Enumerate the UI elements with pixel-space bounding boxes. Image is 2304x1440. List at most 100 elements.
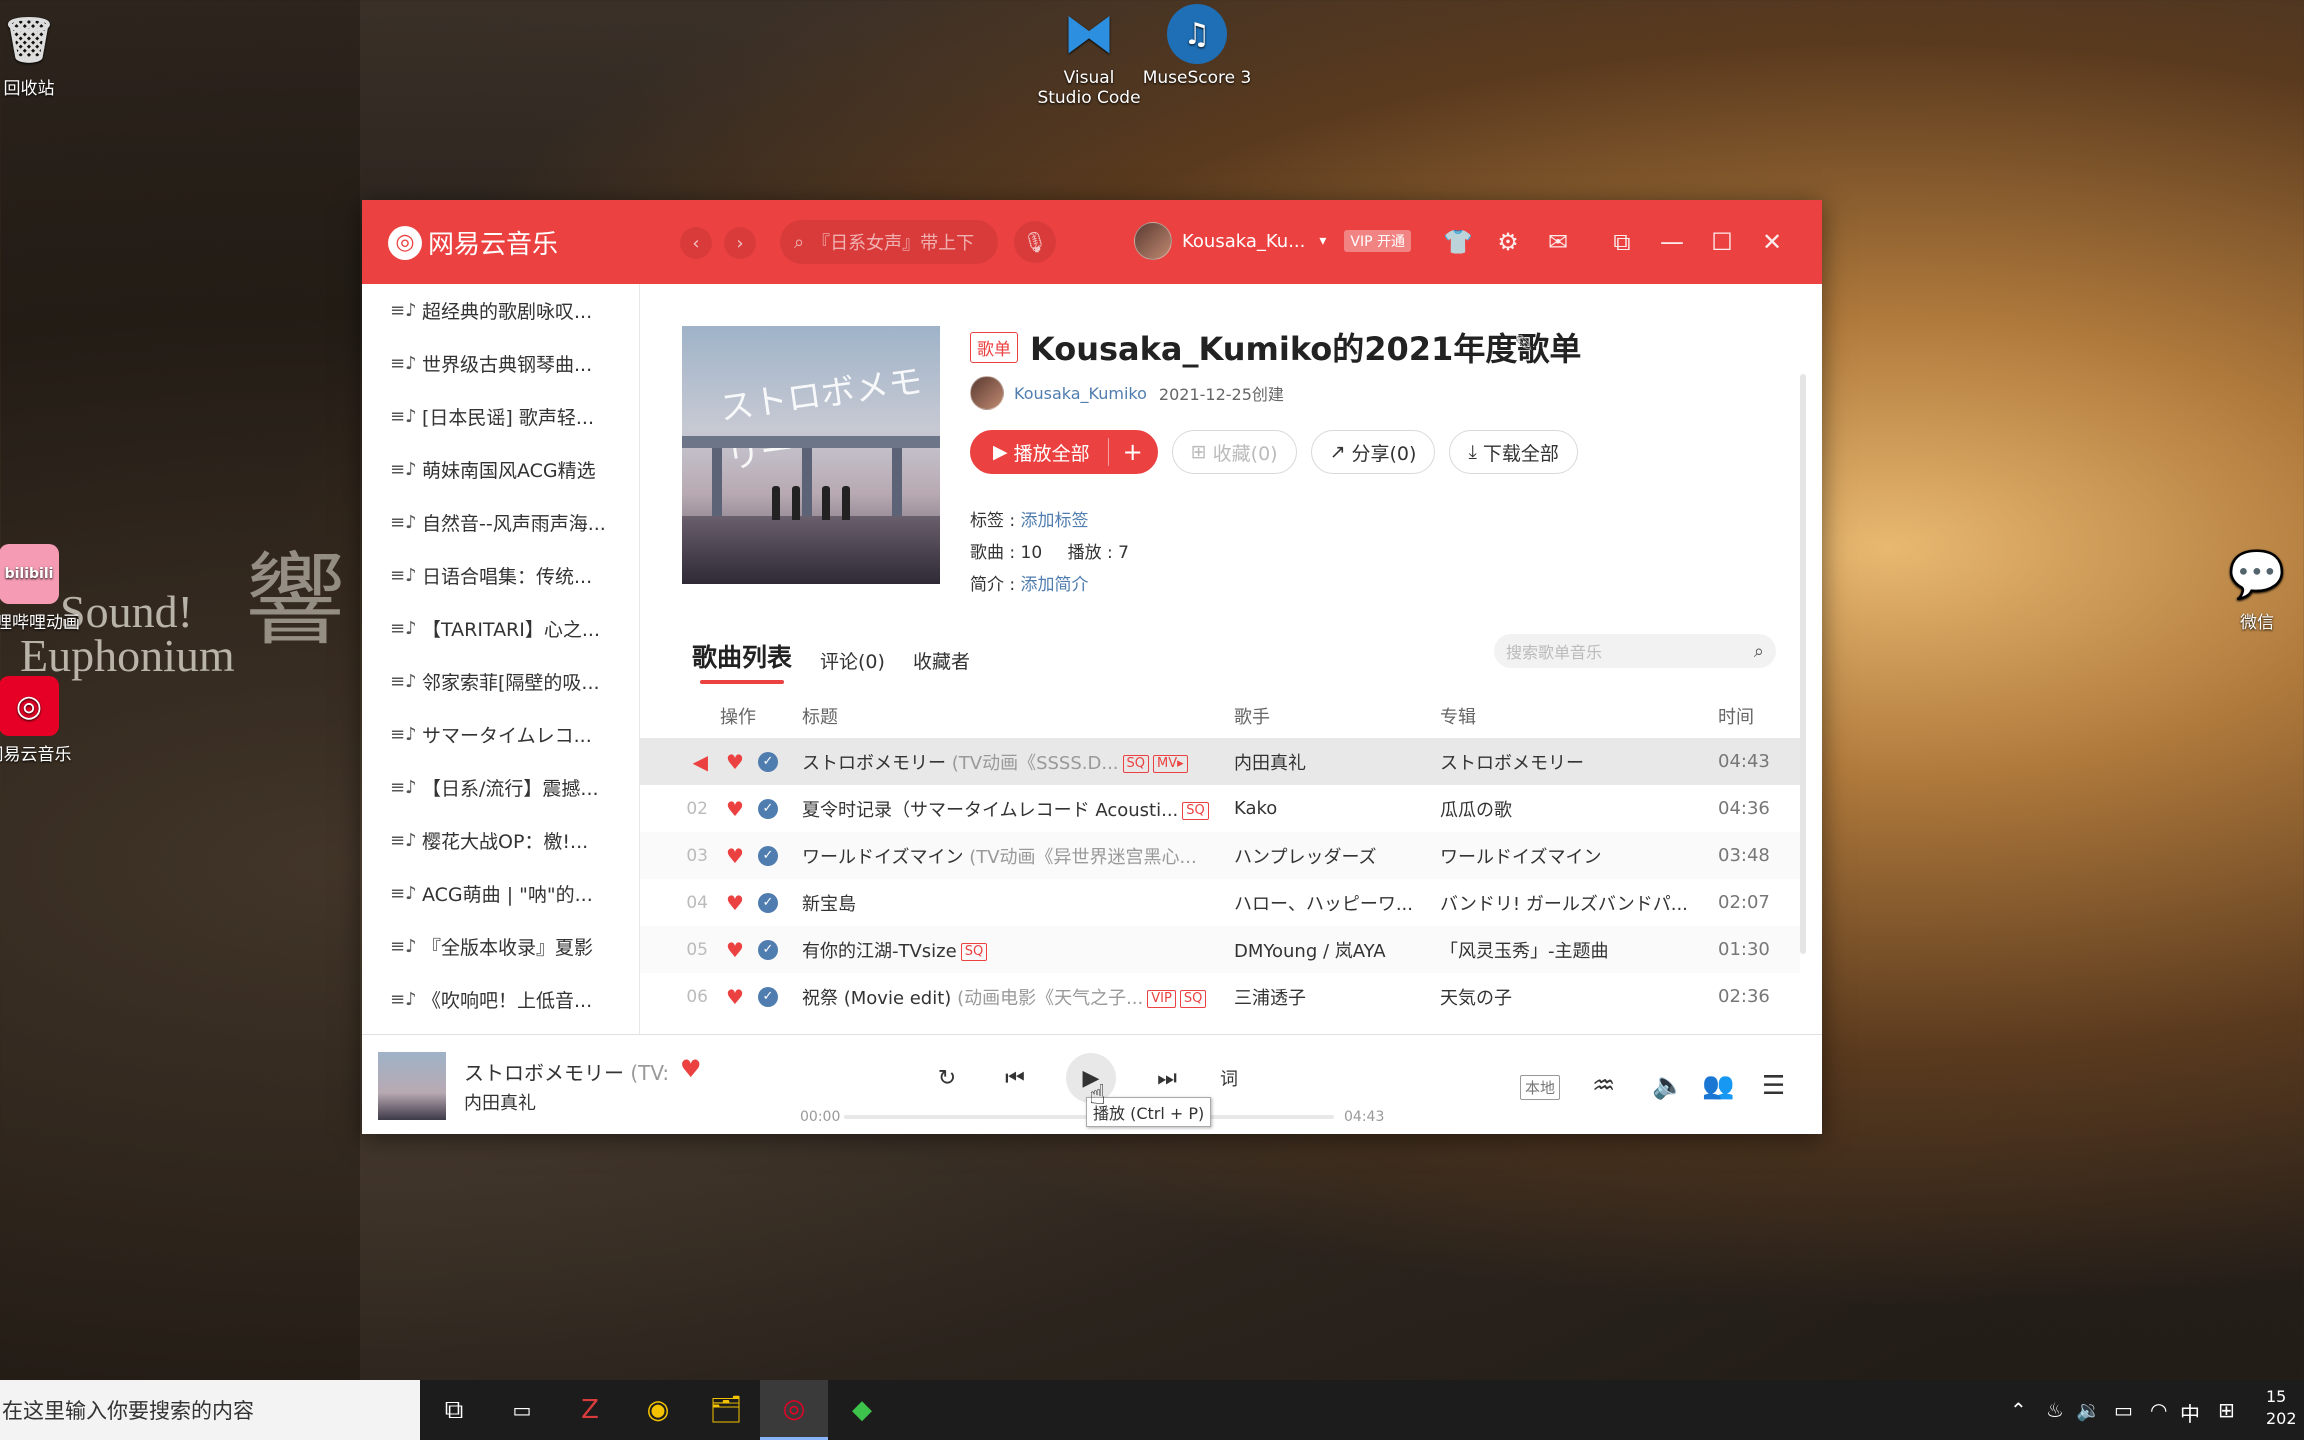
desktop-icon-vscode[interactable]: ⧓ Visual Studio Code [1034,4,1144,108]
vip-badge[interactable]: VIP 开通 [1344,230,1411,252]
desktop-icon-musescore[interactable]: ♫ MuseScore 3 [1142,4,1252,88]
chrome-icon[interactable]: ◉ [624,1380,692,1440]
gear-icon[interactable]: ⚙ [1494,228,1522,256]
table-row[interactable]: ◀ ♥ ✓ ストロボメモリー (TV动画《SSSS.D... SQ MV▸ 内田真礼… [640,738,1800,785]
desktop-icon-wechat[interactable]: 💬 微信 [2202,544,2304,634]
avatar[interactable] [1134,222,1172,260]
table-row[interactable]: 02 ♥ ✓ 夏令时记录（サマータイムレコード Acousti... SQ Kak… [640,785,1800,832]
play-icon: ▶ [993,441,1008,463]
tray-chevron-icon[interactable]: ⌃ [2010,1398,2027,1422]
download-all-button[interactable]: ⤓ 下载全部 [1449,430,1578,474]
scrollbar[interactable] [1800,374,1806,954]
terminal-icon[interactable]: ▭ [488,1380,556,1440]
table-row[interactable]: 06 ♥ ✓ 祝祭 (Movie edit) (动画电影《天气之子... VIP S… [640,973,1800,1020]
listen-together-icon[interactable]: 👥 [1702,1071,1734,1101]
sidebar-playlist-item[interactable]: ≡♪ 超经典的歌剧咏叹... [362,284,639,337]
now-playing-cover[interactable] [378,1052,446,1120]
play-all-button[interactable]: ▶ 播放全部 + [970,430,1158,474]
wifi-icon[interactable]: ◠ [2150,1398,2167,1422]
heart-icon[interactable]: ♥ [726,938,744,962]
repeat-icon[interactable]: ↻ [930,1061,964,1095]
sidebar-playlist-item[interactable]: ≡♪ 自然音--风声雨声海... [362,496,639,549]
creator-name[interactable]: Kousaka_Kumiko [1014,384,1147,403]
add-tags-link[interactable]: 添加标签 [1021,511,1089,531]
desktop-icon-recycle[interactable]: 🗑 回收站 [0,10,84,99]
sidebar-playlist-item[interactable]: ≡♪ 『全版本收录』夏影 [362,920,639,973]
file-explorer-icon[interactable]: 🗂 [692,1380,760,1440]
local-button[interactable]: 本地 [1520,1075,1561,1100]
add-intro-link[interactable]: 添加简介 [1021,575,1089,595]
table-row[interactable]: 04 ♥ ✓ 新宝島 ハロー、ハッピーワ... バンドリ! ガールズバンドパ..… [640,879,1800,926]
voice-search-button[interactable]: 🎙 [1014,221,1056,263]
sidebar-playlist-item[interactable]: ≡♪ 日语合唱集：传统... [362,549,639,602]
table-row[interactable]: 03 ♥ ✓ ワールドイズマイン (TV动画《异世界迷宫黑心... ハンプレッダ… [640,832,1800,879]
tab-songs[interactable]: 歌曲列表 [692,638,792,684]
sidebar-playlist-item[interactable]: ≡♪ 【日系/流行】震撼... [362,761,639,814]
sidebar-playlist-item[interactable]: ≡♪ [日本民谣] 歌声轻... [362,390,639,443]
playlist-cover[interactable]: ストロボメモリー [682,326,940,584]
sound-effect-icon[interactable]: ♒ [1592,1071,1615,1101]
now-playing-artist[interactable]: 内田真礼 [464,1089,536,1115]
heart-icon[interactable]: ♥ [726,797,744,821]
table-row[interactable]: 05 ♥ ✓ 有你的江湖-TVsize SQ DMYoung / 岚AYA 「风灵… [640,926,1800,973]
battery-icon[interactable]: ▭ [2114,1398,2133,1422]
mv-badge[interactable]: MV▸ [1153,754,1188,773]
heart-icon[interactable]: ♥ [726,891,744,915]
intro-row: 简介 : 添加简介 [970,575,1089,595]
ime-indicator[interactable]: 中 [2180,1398,2200,1427]
skin-icon[interactable]: 👕 [1443,228,1473,256]
sidebar-playlist-item[interactable]: ≡♪ 【TARITARI】心之... [362,602,639,655]
task-view-icon[interactable]: ⧉ [420,1380,488,1440]
volume-tray-icon[interactable]: 🔉 [2076,1398,2101,1422]
playlist-icon: ≡♪ [390,406,417,427]
clock[interactable]: 15 202 [2266,1386,2297,1430]
sidebar-playlist-item[interactable]: ≡♪ 樱花大战OP：檄!... [362,814,639,867]
heart-icon[interactable]: ♥ [726,985,744,1009]
taskbar-search-input[interactable]: 在这里输入你要搜索的内容 [0,1380,420,1440]
creator-info: Kousaka_Kumiko 2021-12-25创建 [970,376,1284,410]
queue-icon[interactable]: ☰ [1762,1071,1785,1101]
zotero-icon[interactable]: Z [556,1380,624,1440]
mini-mode-icon[interactable]: ⧉ [1608,228,1636,256]
close-icon[interactable]: ✕ [1758,228,1786,256]
mail-icon[interactable]: ✉ [1544,228,1572,256]
now-playing-title[interactable]: ストロボメモリー (TV: [464,1057,674,1086]
volume-icon[interactable]: 🔈 [1652,1071,1684,1101]
back-button[interactable]: ‹ [680,227,712,259]
tab-comments[interactable]: 评论(0) [820,647,885,674]
ime-mode-icon[interactable]: ⊞ [2218,1398,2235,1422]
downloaded-icon: ✓ [758,751,778,772]
app-logo[interactable]: ◎ 网易云音乐 [388,224,558,261]
sidebar-playlist-item[interactable]: ≡♪ 邻家索菲[隔壁的吸... [362,655,639,708]
forward-button[interactable]: › [724,227,756,259]
avatar[interactable] [970,376,1004,410]
sidebar-playlist-item[interactable]: ≡♪ ACG萌曲 | "呐"的... [362,867,639,920]
edit-icon[interactable]: ✎ [1514,330,1534,358]
desktop-icon-bilibili[interactable]: bilibili 哔哩哔哩动画 [0,544,84,633]
maximize-icon[interactable]: ☐ [1708,228,1736,256]
search-input[interactable]: ⌕ 『日系女声』带上下 [780,220,998,264]
netease-music-taskbar-icon[interactable]: ◎ [760,1380,828,1440]
tray-app-icon[interactable]: ♨ [2046,1398,2064,1422]
sidebar-playlist-item[interactable]: ≡♪ 世界级古典钢琴曲... [362,337,639,390]
title-bar: ◎ 网易云音乐 ‹ › ⌕ 『日系女声』带上下 🎙 Kousaka_Ku... … [362,200,1822,284]
heart-icon[interactable]: ♥ [680,1055,702,1083]
tab-collectors[interactable]: 收藏者 [913,647,970,674]
sidebar-playlist-item[interactable]: ≡♪ 《吹响吧！上低音... [362,973,639,1026]
playlist-search-input[interactable]: 搜索歌单音乐 ⌕ [1494,634,1776,668]
collect-button[interactable]: ⊞ 收藏(0) [1171,430,1297,474]
heart-icon[interactable]: ♥ [726,750,744,774]
next-icon[interactable]: ⏭ [1150,1061,1184,1095]
sidebar-playlist-item[interactable]: ≡♪ 萌妹南国风ACG精选 [362,443,639,496]
sidebar-playlist-item[interactable]: ≡♪ サマータイムレコ... [362,708,639,761]
minimize-icon[interactable]: — [1658,228,1686,256]
heart-icon[interactable]: ♥ [726,844,744,868]
previous-icon[interactable]: ⏮ [998,1061,1032,1095]
wallpaper-logo: Sound! Euphonium 響 [20,546,345,681]
git-icon[interactable]: ◆ [828,1380,896,1440]
add-to-queue-icon[interactable]: + [1107,438,1143,466]
lyrics-button[interactable]: 词 [1212,1061,1246,1095]
share-button[interactable]: ↗ 分享(0) [1310,430,1436,474]
desktop-icon-netease[interactable]: ◎ 网易云音乐 [0,676,84,765]
user-menu[interactable]: Kousaka_Ku... ▾ VIP 开通 [1134,222,1411,260]
